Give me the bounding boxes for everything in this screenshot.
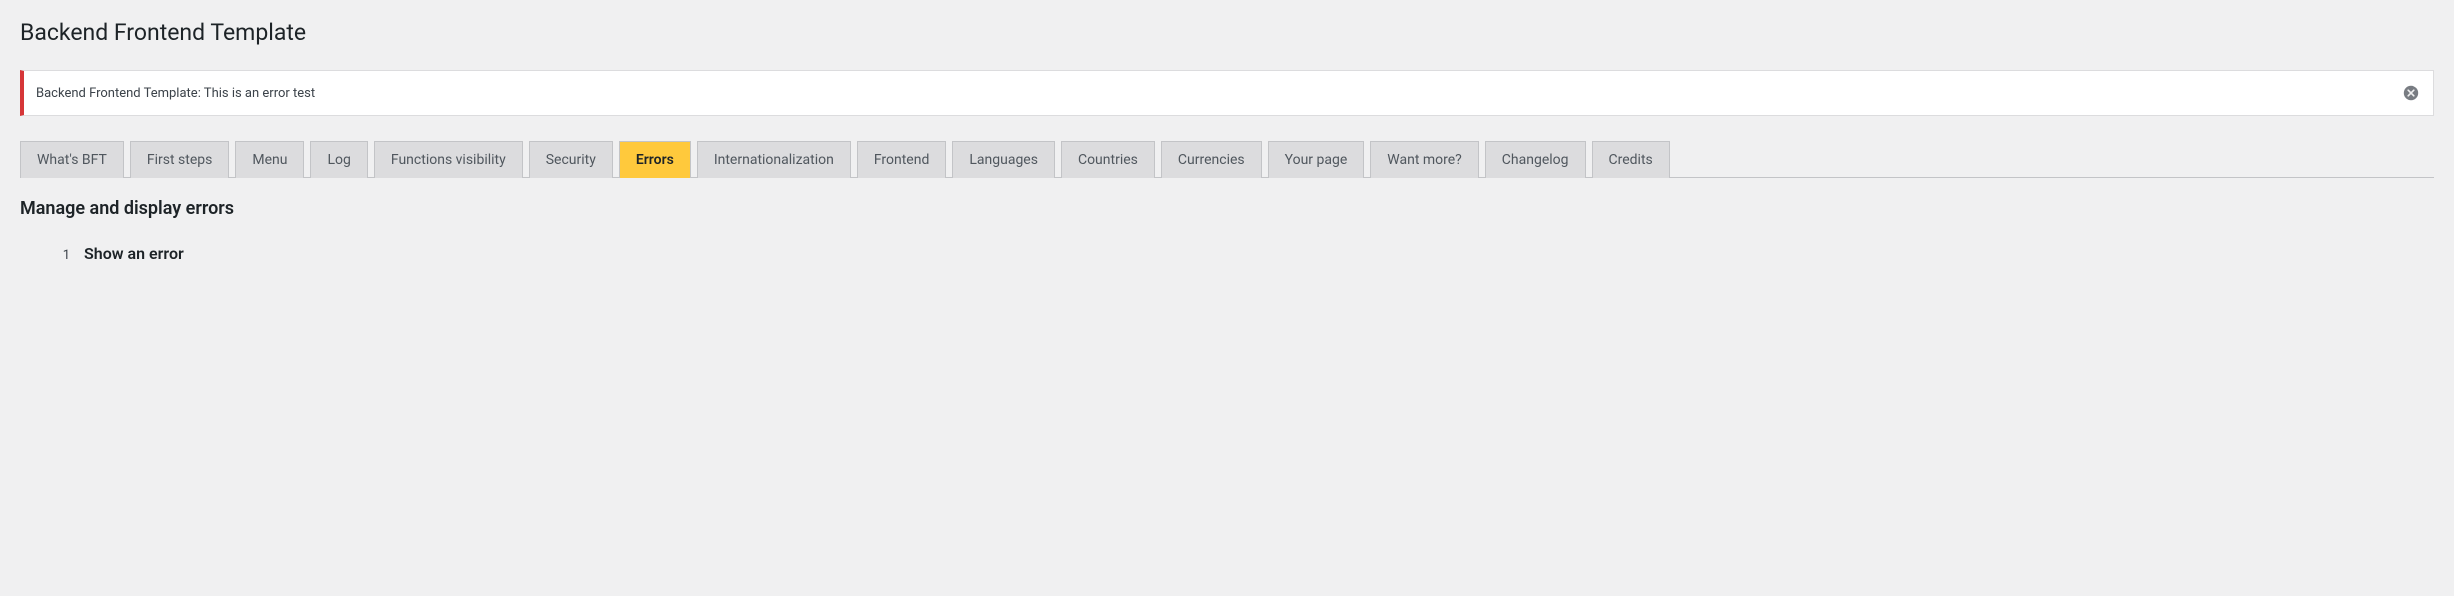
tab-changelog[interactable]: Changelog (1485, 141, 1586, 178)
section-title: Manage and display errors (20, 198, 2434, 219)
tab-currencies[interactable]: Currencies (1161, 141, 1262, 178)
tab-security[interactable]: Security (529, 141, 613, 178)
tab-whats-bft[interactable]: What's BFT (20, 141, 124, 178)
tab-countries[interactable]: Countries (1061, 141, 1155, 178)
tab-internationalization[interactable]: Internationalization (697, 141, 851, 178)
page-title: Backend Frontend Template (20, 10, 2434, 50)
close-icon[interactable] (2401, 83, 2421, 103)
tab-want-more[interactable]: Want more? (1370, 141, 1479, 178)
tab-first-steps[interactable]: First steps (130, 141, 229, 178)
list-item: 1 Show an error (60, 244, 2434, 263)
tab-functions-visibility[interactable]: Functions visibility (374, 141, 523, 178)
tab-frontend[interactable]: Frontend (857, 141, 947, 178)
error-notice-text: Backend Frontend Template: This is an er… (36, 86, 315, 101)
ordered-list: 1 Show an error (20, 244, 2434, 263)
tab-credits[interactable]: Credits (1592, 141, 1670, 178)
tab-your-page[interactable]: Your page (1268, 141, 1365, 178)
list-item-text: Show an error (84, 244, 184, 263)
error-notice: Backend Frontend Template: This is an er… (20, 70, 2434, 116)
tab-errors[interactable]: Errors (619, 141, 691, 178)
tab-log[interactable]: Log (310, 141, 367, 178)
list-item-number: 1 (60, 248, 70, 263)
tab-bar: What's BFT First steps Menu Log Function… (20, 141, 2434, 178)
tab-menu[interactable]: Menu (235, 141, 304, 178)
tab-languages[interactable]: Languages (952, 141, 1055, 178)
